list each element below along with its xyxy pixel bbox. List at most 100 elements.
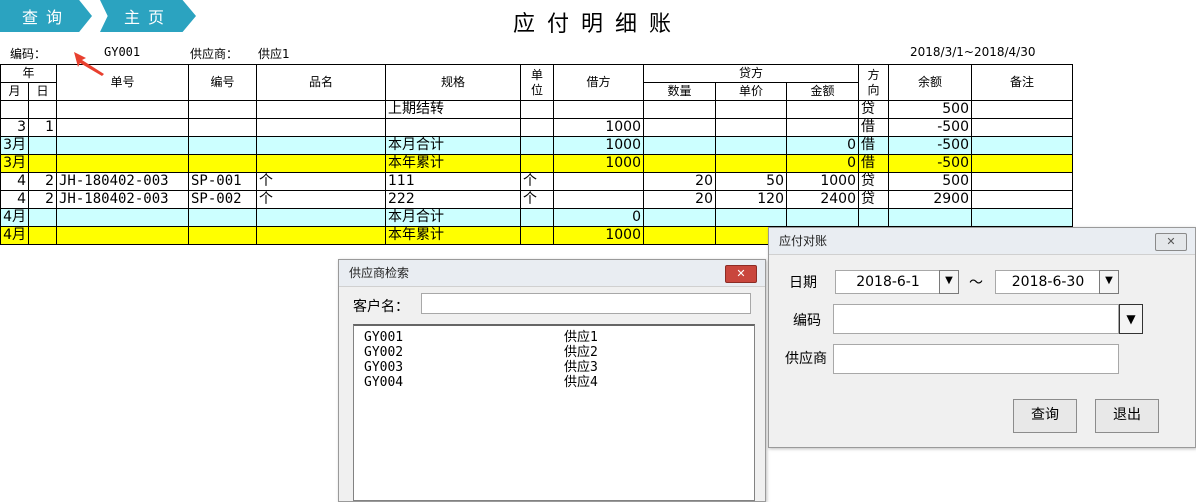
day-cell[interactable]: 2 bbox=[28, 172, 57, 191]
amount-cell[interactable]: 0 bbox=[786, 136, 859, 155]
product-cell[interactable] bbox=[256, 226, 386, 245]
close-icon[interactable]: ✕ bbox=[725, 265, 757, 283]
code-cell[interactable] bbox=[188, 118, 257, 137]
supplier-input[interactable] bbox=[833, 344, 1119, 374]
product-cell[interactable] bbox=[256, 118, 386, 137]
product-cell[interactable] bbox=[256, 154, 386, 173]
price-cell[interactable] bbox=[715, 100, 787, 119]
note-cell[interactable] bbox=[971, 208, 1073, 227]
debit-cell[interactable] bbox=[553, 100, 644, 119]
chevron-down-icon[interactable]: ▼ bbox=[1119, 304, 1143, 334]
doc-no-cell[interactable] bbox=[56, 226, 189, 245]
note-cell[interactable] bbox=[971, 136, 1073, 155]
spec-cell[interactable]: 上期结转 bbox=[385, 100, 521, 119]
code-combobox[interactable] bbox=[833, 304, 1119, 334]
debit-cell[interactable] bbox=[553, 190, 644, 209]
spec-cell[interactable]: 111 bbox=[385, 172, 521, 191]
month-cell[interactable]: 3 bbox=[0, 118, 29, 137]
note-cell[interactable] bbox=[971, 100, 1073, 119]
spec-cell[interactable] bbox=[385, 118, 521, 137]
debit-cell[interactable]: 1000 bbox=[553, 118, 644, 137]
note-cell[interactable] bbox=[971, 172, 1073, 191]
month-cell[interactable] bbox=[0, 100, 29, 119]
balance-cell[interactable]: 500 bbox=[888, 172, 972, 191]
qty-cell[interactable]: 20 bbox=[643, 172, 716, 191]
amount-cell[interactable] bbox=[786, 100, 859, 119]
balance-cell[interactable]: -500 bbox=[888, 136, 972, 155]
debit-cell[interactable]: 1000 bbox=[553, 226, 644, 245]
list-item[interactable]: GY002 供应2 bbox=[354, 345, 754, 360]
code-cell[interactable] bbox=[188, 226, 257, 245]
day-cell[interactable] bbox=[28, 100, 57, 119]
doc-no-cell[interactable]: JH-180402-003 bbox=[56, 190, 189, 209]
balance-cell[interactable]: -500 bbox=[888, 118, 972, 137]
exit-button[interactable]: 退出 bbox=[1095, 399, 1159, 433]
unit-cell[interactable]: 个 bbox=[520, 172, 554, 191]
date-to-field[interactable]: 2018-6-30 bbox=[995, 270, 1101, 294]
chevron-down-icon[interactable]: ▼ bbox=[1099, 270, 1119, 294]
list-item[interactable]: GY003 供应3 bbox=[354, 360, 754, 375]
day-cell[interactable] bbox=[28, 136, 57, 155]
spec-cell[interactable]: 本月合计 bbox=[385, 136, 521, 155]
debit-cell[interactable]: 1000 bbox=[553, 136, 644, 155]
doc-no-cell[interactable] bbox=[56, 136, 189, 155]
qty-cell[interactable] bbox=[643, 154, 716, 173]
doc-no-cell[interactable] bbox=[56, 208, 189, 227]
product-cell[interactable]: 个 bbox=[256, 172, 386, 191]
note-cell[interactable] bbox=[971, 118, 1073, 137]
balance-cell[interactable]: 2900 bbox=[888, 190, 972, 209]
day-cell[interactable] bbox=[28, 208, 57, 227]
direction-cell[interactable]: 贷 bbox=[858, 172, 889, 191]
direction-cell[interactable]: 贷 bbox=[858, 100, 889, 119]
supplier-list[interactable]: GY001 供应1 GY002 供应2 GY003 供应3 GY004 供应4 bbox=[353, 324, 755, 501]
doc-no-cell[interactable]: JH-180402-003 bbox=[56, 172, 189, 191]
query-button[interactable]: 查询 bbox=[1013, 399, 1077, 433]
code-cell[interactable] bbox=[188, 154, 257, 173]
amount-cell[interactable] bbox=[786, 208, 859, 227]
close-icon[interactable]: ✕ bbox=[1155, 233, 1187, 251]
list-item[interactable]: GY001 供应1 bbox=[354, 330, 754, 345]
price-cell[interactable] bbox=[715, 136, 787, 155]
direction-cell[interactable]: 借 bbox=[858, 136, 889, 155]
month-cell[interactable]: 4月 bbox=[0, 208, 29, 227]
amount-cell[interactable]: 0 bbox=[786, 154, 859, 173]
direction-cell[interactable]: 贷 bbox=[858, 190, 889, 209]
qty-cell[interactable] bbox=[643, 136, 716, 155]
month-cell[interactable]: 3月 bbox=[0, 136, 29, 155]
note-cell[interactable] bbox=[971, 190, 1073, 209]
code-cell[interactable]: SP-002 bbox=[188, 190, 257, 209]
unit-cell[interactable]: 个 bbox=[520, 190, 554, 209]
month-cell[interactable]: 4月 bbox=[0, 226, 29, 245]
product-cell[interactable] bbox=[256, 208, 386, 227]
month-cell[interactable]: 4 bbox=[0, 172, 29, 191]
customer-name-input[interactable] bbox=[421, 293, 751, 314]
product-cell[interactable] bbox=[256, 136, 386, 155]
direction-cell[interactable]: 借 bbox=[858, 154, 889, 173]
qty-cell[interactable] bbox=[643, 118, 716, 137]
spec-cell[interactable]: 222 bbox=[385, 190, 521, 209]
amount-cell[interactable] bbox=[786, 118, 859, 137]
code-cell[interactable]: SP-001 bbox=[188, 172, 257, 191]
price-cell[interactable] bbox=[715, 154, 787, 173]
unit-cell[interactable] bbox=[520, 154, 554, 173]
doc-no-cell[interactable] bbox=[56, 118, 189, 137]
spec-cell[interactable]: 本年累计 bbox=[385, 226, 521, 245]
doc-no-cell[interactable] bbox=[56, 100, 189, 119]
chevron-down-icon[interactable]: ▼ bbox=[939, 270, 959, 294]
debit-cell[interactable]: 0 bbox=[553, 208, 644, 227]
debit-cell[interactable]: 1000 bbox=[553, 154, 644, 173]
doc-no-cell[interactable] bbox=[56, 154, 189, 173]
day-cell[interactable] bbox=[28, 226, 57, 245]
day-cell[interactable]: 2 bbox=[28, 190, 57, 209]
balance-cell[interactable]: 500 bbox=[888, 100, 972, 119]
unit-cell[interactable] bbox=[520, 100, 554, 119]
qty-cell[interactable] bbox=[643, 226, 716, 245]
spec-cell[interactable]: 本月合计 bbox=[385, 208, 521, 227]
debit-cell[interactable] bbox=[553, 172, 644, 191]
price-cell[interactable] bbox=[715, 208, 787, 227]
direction-cell[interactable]: 借 bbox=[858, 118, 889, 137]
product-cell[interactable] bbox=[256, 100, 386, 119]
code-cell[interactable] bbox=[188, 100, 257, 119]
day-cell[interactable]: 1 bbox=[28, 118, 57, 137]
date-from-field[interactable]: 2018-6-1 bbox=[835, 270, 941, 294]
